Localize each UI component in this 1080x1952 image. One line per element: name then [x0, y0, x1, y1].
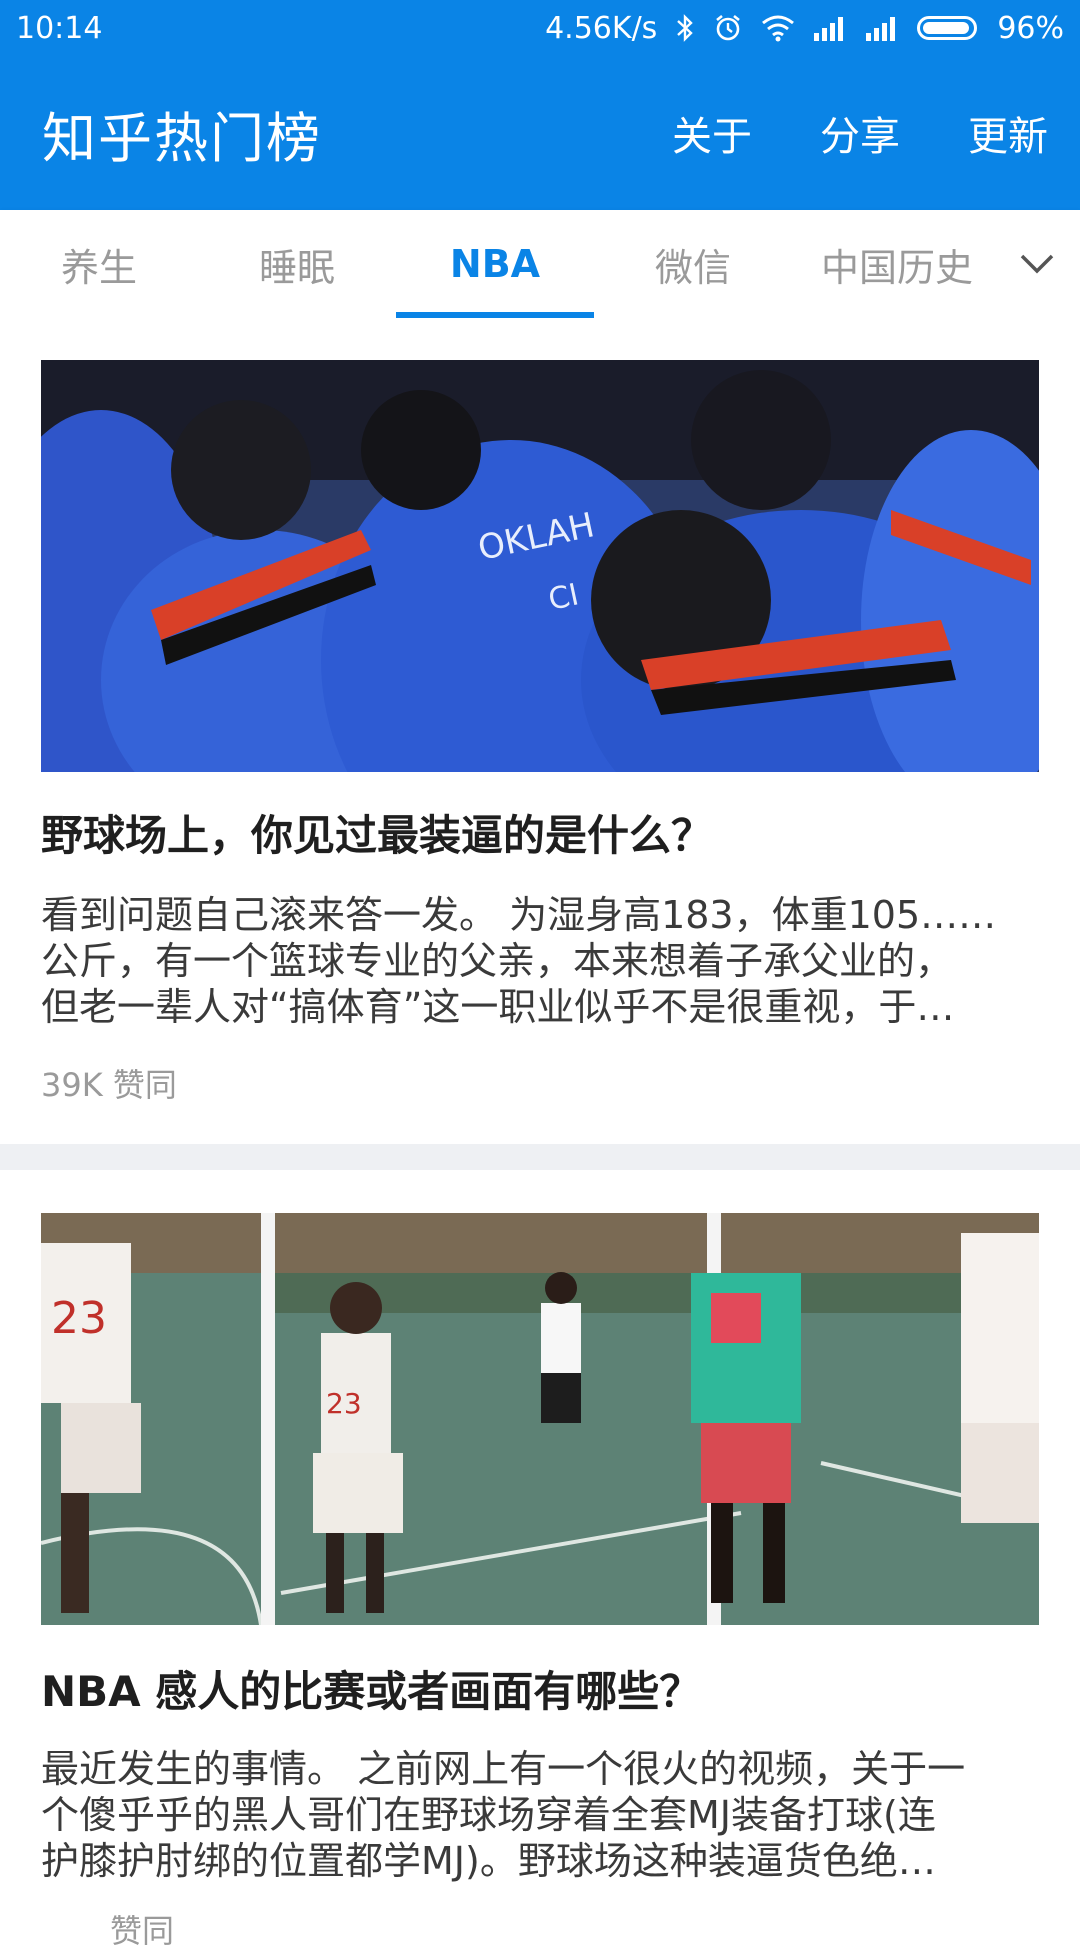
network-speed: 4.56K/s	[545, 10, 658, 46]
feed-card[interactable]: OKLAH CI 野球场上，你见过最装逼的是什么？ 看到问题自己滚来答一发。 为…	[0, 318, 1080, 1144]
card-separator	[0, 1144, 1080, 1170]
refresh-button[interactable]: 更新	[968, 104, 1048, 162]
bluetooth-icon	[675, 13, 695, 43]
tab-label: 微信	[654, 245, 731, 290]
battery-icon	[917, 16, 978, 40]
app-actions: 关于 分享 更新	[672, 104, 1048, 162]
excerpt-line: 最近发生的事情。 之前网上有一个很火的视频，关于一	[41, 1747, 966, 1791]
svg-text:23: 23	[326, 1387, 362, 1420]
tab-wechat[interactable]: 微信	[594, 210, 792, 318]
tab-nba[interactable]: NBA	[396, 210, 594, 318]
card-image[interactable]: 23 23	[41, 1213, 1039, 1625]
status-icons: 4.56K/s 96%	[545, 11, 1064, 46]
tab-label: NBA	[449, 242, 541, 286]
share-button[interactable]: 分享	[820, 104, 900, 162]
status-time: 10:14	[16, 10, 103, 46]
tab-label: 睡眠	[258, 245, 335, 290]
excerpt-line: 看到问题自己滚来答一发。 为湿身高183，体重105……	[41, 893, 997, 937]
feed-card[interactable]: 23 23 NBA 感人的比赛或者画面有哪些？ 最近发生的事情。 之前网上有一个…	[0, 1170, 1080, 1950]
card-title[interactable]: NBA 感人的比赛或者画面有哪些？	[41, 1658, 1039, 1719]
svg-text:23: 23	[51, 1293, 107, 1344]
excerpt-line: 公斤，有一个篮球专业的父亲，本来想着子承父业的，	[41, 939, 954, 983]
excerpt-line: 护膝护肘绑的位置都学MJ)。野球场这种装逼货色绝…	[41, 1839, 936, 1883]
card-excerpt[interactable]: 最近发生的事情。 之前网上有一个很火的视频，关于一 个傻乎乎的黑人哥们在野球场穿…	[41, 1746, 1039, 1884]
signal-icon	[865, 15, 899, 41]
alarm-icon	[713, 13, 743, 43]
vote-count: 39K 赞同	[41, 1066, 177, 1104]
wifi-icon	[761, 14, 795, 42]
battery-percent: 96%	[997, 10, 1064, 46]
vote-count: 赞同	[110, 1912, 175, 1950]
tab-chinese-history[interactable]: 中国历史	[792, 210, 1002, 318]
tab-label: 养生	[60, 245, 137, 290]
card-image[interactable]: OKLAH CI	[41, 360, 1039, 772]
excerpt-line: 个傻乎乎的黑人哥们在野球场穿着全套MJ装备打球(连	[41, 1793, 936, 1837]
excerpt-line: 但老一辈人对“搞体育”这一职业似乎不是很重视，于…	[41, 985, 955, 1029]
card-excerpt[interactable]: 看到问题自己滚来答一发。 为湿身高183，体重105…… 公斤，有一个篮球专业的…	[41, 892, 1039, 1030]
chevron-down-icon[interactable]	[1012, 210, 1062, 318]
signal-icon	[813, 15, 847, 41]
app-title: 知乎热门榜	[42, 106, 322, 170]
tab-sleep[interactable]: 睡眠	[198, 210, 396, 318]
tab-label: 中国历史	[820, 245, 973, 290]
category-tabs: 养生 睡眠 NBA 微信 中国历史	[0, 210, 1080, 318]
about-button[interactable]: 关于	[672, 104, 752, 162]
tab-health[interactable]: 养生	[0, 210, 198, 318]
app-bar: 知乎热门榜 关于 分享 更新	[0, 56, 1080, 210]
status-bar: 10:14 4.56K/s 96%	[0, 0, 1080, 56]
card-title[interactable]: 野球场上，你见过最装逼的是什么？	[41, 802, 1039, 863]
